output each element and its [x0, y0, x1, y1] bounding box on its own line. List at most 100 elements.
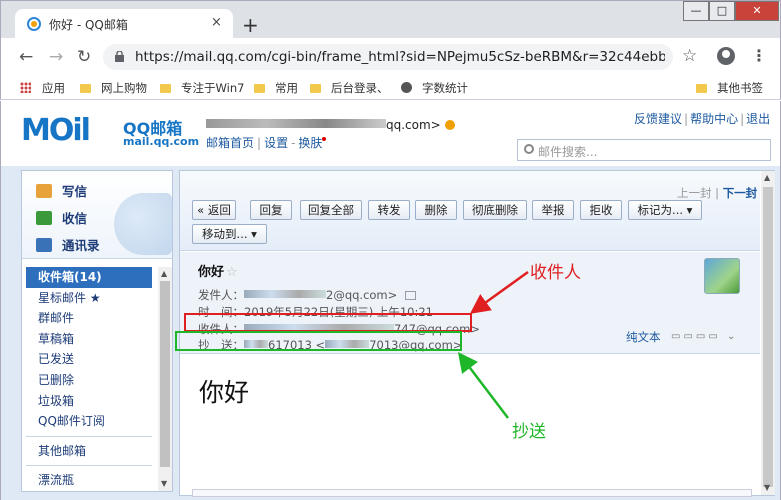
sidebar-item-drift-bottle[interactable]: 漂流瓶 [22, 470, 156, 491]
receive-button[interactable]: 收信 [36, 208, 87, 227]
qq-mail-logo[interactable]: MOil [21, 113, 91, 148]
logo-subtitle: mail.qq.com [123, 135, 200, 148]
mark-as-dropdown[interactable]: 标记为... ▾ [628, 200, 702, 220]
lock-icon [115, 51, 124, 62]
right-header-links: 反馈建议 | 帮助中心 | 退出 [634, 112, 771, 126]
mail-action-icons[interactable]: ▭▭▭▭ ⌄ [671, 331, 738, 342]
sender-address[interactable]: 2@qq.com> [326, 288, 397, 302]
scroll-down-icon[interactable]: ▼ [161, 479, 167, 488]
menu-dots-icon[interactable]: ⋮ [751, 46, 767, 65]
delete-permanently-button[interactable]: 彻底删除 [463, 200, 527, 220]
delete-button[interactable]: 删除 [415, 200, 457, 220]
scroll-thumb[interactable] [160, 281, 170, 467]
search-placeholder: 邮件搜索... [538, 145, 598, 159]
logout-link[interactable]: 退出 [746, 112, 770, 126]
url-text: https://mail.qq.com/cgi-bin/frame_html?s… [135, 49, 665, 65]
cc-highlight-box [175, 331, 462, 351]
sidebar-item-spam[interactable]: 垃圾箱 [22, 391, 156, 412]
user-address: qq.com> [206, 118, 455, 132]
sidebar-scrollbar[interactable]: ▲ ▼ [158, 267, 172, 491]
qq-mail-favicon-icon [27, 17, 41, 31]
help-link[interactable]: 帮助中心 [690, 112, 738, 126]
minimize-button[interactable]: — [683, 1, 709, 21]
browser-tab-bar: 你好 - QQ邮箱 × + — □ ✕ [0, 0, 781, 39]
back-button[interactable]: « 返回 [192, 200, 236, 220]
feedback-link[interactable]: 反馈建议 [634, 112, 682, 126]
close-tab-icon[interactable]: × [211, 15, 222, 30]
account-icon[interactable] [717, 47, 735, 65]
reject-button[interactable]: 拒收 [580, 200, 622, 220]
bookmark-admin-login[interactable]: 后台登录、 [310, 80, 389, 96]
folder-icon [254, 84, 265, 93]
reply-all-button[interactable]: 回复全部 [300, 200, 362, 220]
folder-icon [310, 84, 321, 93]
bookmark-star-icon[interactable]: ☆ [682, 46, 697, 66]
bookmark-other[interactable]: 其他书签 [696, 80, 763, 96]
sidebar-item-starred[interactable]: 星标邮件 ★ [22, 288, 156, 309]
tab-title: 你好 - QQ邮箱 [49, 18, 128, 32]
folder-icon [160, 84, 171, 93]
mail-header: MOil QQ邮箱 mail.qq.com qq.com> 邮箱首页 | 设置 - 换肤… [0, 101, 781, 166]
mail-subject: 你好 ☆ [198, 265, 238, 280]
content-scrollbar[interactable]: ▲ ▼ [761, 171, 775, 495]
scroll-up-icon[interactable]: ▲ [161, 269, 167, 278]
sender-row: 发件人： 2@qq.com> [198, 287, 417, 303]
new-tab-button[interactable]: + [242, 15, 259, 35]
star-icon[interactable]: ☆ [226, 265, 238, 280]
next-mail-link[interactable]: 下一封 [723, 186, 758, 200]
bookmark-word-count[interactable]: 字数统计 [401, 80, 468, 96]
compose-icon [36, 184, 52, 198]
recipient-annotation-label: 收件人 [530, 263, 581, 283]
bookmark-apps[interactable]: 应用 [20, 80, 65, 96]
mail-search-input[interactable]: 邮件搜索... [517, 139, 771, 161]
address-bar-row: ← → ↻ https://mail.qq.com/cgi-bin/frame_… [0, 38, 781, 76]
url-input[interactable]: https://mail.qq.com/cgi-bin/frame_html?s… [103, 44, 673, 70]
divider [26, 465, 152, 467]
forward-arrow-icon[interactable]: → [49, 47, 63, 67]
browser-tab[interactable]: 你好 - QQ邮箱 × [15, 9, 233, 39]
bookmark-win7[interactable]: 专注于Win7 [160, 80, 244, 96]
close-window-button[interactable]: ✕ [735, 1, 779, 21]
new-dot-icon [322, 137, 327, 141]
compose-button[interactable]: 写信 [36, 181, 87, 200]
bookmark-common[interactable]: 常用 [254, 80, 298, 96]
bottom-strip [192, 489, 752, 497]
skin-link[interactable]: 换肤 [298, 136, 322, 150]
bookmark-shopping[interactable]: 网上购物 [80, 80, 147, 96]
maximize-button[interactable]: □ [709, 1, 735, 21]
back-arrow-icon[interactable]: ← [19, 47, 33, 67]
sidebar-item-deleted[interactable]: 已删除 [22, 370, 156, 391]
forward-button[interactable]: 转发 [368, 200, 410, 220]
scroll-down-icon[interactable]: ▼ [764, 483, 770, 492]
mail-home-link[interactable]: 邮箱首页 [206, 136, 254, 150]
prev-mail-link[interactable]: 上一封 [677, 186, 712, 200]
folder-icon [80, 84, 91, 93]
sender-avatar[interactable] [704, 258, 740, 294]
sidebar-item-group[interactable]: 群邮件 [22, 308, 156, 329]
left-sidebar: 写信 收信 通讯录 收件箱(14) 星标邮件 ★ 群邮件 草稿箱 已发送 已删除… [21, 170, 173, 492]
sidebar-item-sent[interactable]: 已发送 [22, 349, 156, 370]
warning-icon[interactable] [444, 120, 455, 130]
plain-text-link[interactable]: 纯文本 [626, 329, 661, 345]
report-button[interactable]: 举报 [532, 200, 574, 220]
sidebar-item-subscriptions[interactable]: QQ邮件订阅 [22, 411, 156, 432]
divider [26, 435, 152, 437]
sidebar-item-other-mailbox[interactable]: 其他邮箱 [22, 441, 156, 462]
sidebar-item-drafts[interactable]: 草稿箱 [22, 329, 156, 350]
chevron-down-icon: ▾ [251, 227, 257, 241]
bookmarks-bar: 应用 网上购物 专注于Win7 常用 后台登录、 字数统计 其他书签 [0, 76, 781, 100]
reload-icon[interactable]: ↻ [77, 47, 91, 67]
scroll-thumb[interactable] [763, 187, 773, 487]
mail-body: 你好 [199, 378, 250, 407]
reply-button[interactable]: 回复 [250, 200, 292, 220]
contacts-button[interactable]: 通讯录 [36, 235, 100, 254]
vcard-icon[interactable] [405, 291, 417, 300]
move-to-dropdown[interactable]: 移动到... ▾ [192, 224, 267, 244]
settings-link[interactable]: 设置 [264, 136, 288, 150]
globe-icon [401, 82, 412, 93]
blurred-username [206, 119, 386, 128]
penguin-decoration [114, 193, 172, 255]
blurred-sender [244, 290, 326, 298]
sidebar-item-inbox[interactable]: 收件箱(14) [26, 267, 152, 288]
scroll-up-icon[interactable]: ▲ [764, 173, 770, 182]
